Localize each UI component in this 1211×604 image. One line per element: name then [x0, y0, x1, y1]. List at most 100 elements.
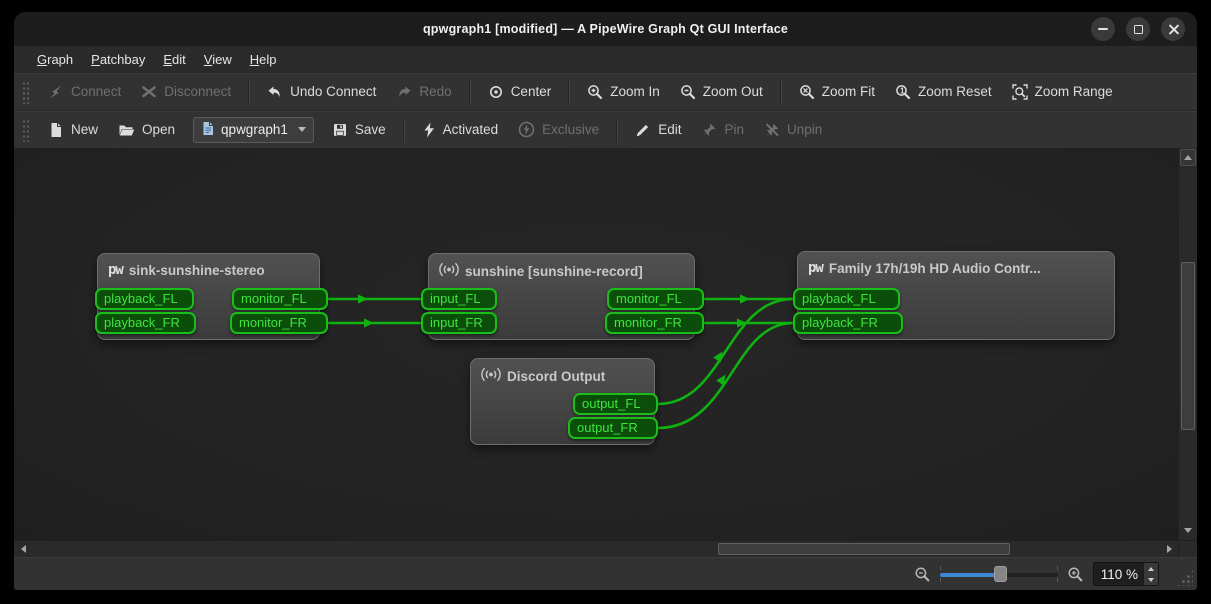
maximize-button[interactable] — [1126, 17, 1150, 41]
scroll-up-button[interactable] — [1180, 149, 1196, 166]
pin-icon — [701, 122, 717, 138]
svg-text:1: 1 — [900, 86, 905, 95]
graph-canvas[interactable]: pw sink-sunshine-stereo playback_FL play… — [14, 148, 1178, 540]
vertical-scrollbar-thumb[interactable] — [1181, 262, 1195, 430]
horizontal-scrollbar-thumb[interactable] — [718, 543, 1010, 555]
port-output[interactable]: monitor_FL — [232, 288, 328, 310]
redo-button: Redo — [386, 78, 461, 106]
menu-edit[interactable]: Edit — [154, 49, 194, 70]
zoom-in-icon — [587, 84, 603, 100]
toolbar-drag-handle[interactable] — [22, 118, 30, 142]
zoom-in-icon[interactable] — [1067, 566, 1084, 583]
connect-button: Connect — [38, 78, 131, 106]
port-output[interactable]: monitor_FR — [605, 312, 704, 334]
port-output[interactable]: output_FL — [573, 393, 658, 415]
node-title: sunshine [sunshine-record] — [429, 254, 694, 280]
toolbar-graph: Connect Disconnect Undo Connect Redo Cen… — [14, 72, 1197, 110]
zoom-reset-button[interactable]: 1 Zoom Reset — [885, 78, 1002, 106]
pipewire-icon: pw — [108, 262, 123, 278]
zoom-spinbox[interactable]: 110 % — [1093, 562, 1159, 586]
exclusive-bolt-icon — [518, 121, 535, 138]
node-title: pw Family 17h/19h HD Audio Contr... — [798, 252, 1114, 276]
zoom-value[interactable]: 110 % — [1094, 563, 1143, 585]
spin-down-button[interactable] — [1144, 574, 1158, 585]
maximize-icon — [1134, 25, 1143, 34]
open-button[interactable]: Open — [108, 116, 185, 144]
menu-graph[interactable]: Graph — [28, 49, 82, 70]
port-input[interactable]: playback_FL — [793, 288, 900, 310]
scroll-down-button[interactable] — [1180, 522, 1196, 539]
zoom-out-icon[interactable] — [914, 566, 931, 583]
undo-connect-button[interactable]: Undo Connect — [257, 78, 386, 106]
arrow-left-icon — [21, 545, 26, 553]
zoom-slider-handle[interactable] — [994, 566, 1007, 582]
arrow-right-icon — [1167, 545, 1172, 553]
zoom-in-button[interactable]: Zoom In — [577, 78, 670, 106]
port-input[interactable]: input_FL — [421, 288, 497, 310]
scroll-right-button[interactable] — [1161, 541, 1177, 557]
port-output[interactable]: monitor_FL — [607, 288, 704, 310]
undo-icon — [267, 84, 283, 100]
horizontal-scrollbar[interactable] — [14, 540, 1197, 557]
port-input[interactable]: playback_FR — [95, 312, 196, 334]
port-input[interactable]: playback_FL — [95, 288, 194, 310]
center-button[interactable]: Center — [478, 78, 562, 106]
connect-icon — [48, 84, 64, 100]
open-folder-icon — [118, 122, 135, 138]
slider-tick — [1057, 566, 1058, 570]
zoom-controls: 110 % — [914, 562, 1159, 586]
vertical-scrollbar[interactable] — [1178, 148, 1197, 540]
app-window: qpwgraph1 [modified] — A PipeWire Graph … — [14, 12, 1197, 590]
disconnect-button: Disconnect — [131, 78, 241, 106]
minimize-button[interactable] — [1091, 17, 1115, 41]
zoom-slider-fill — [940, 573, 1001, 577]
menu-help[interactable]: Help — [241, 49, 286, 70]
slider-tick — [940, 578, 941, 582]
close-button[interactable] — [1161, 17, 1185, 41]
statusbar: 110 % — [14, 557, 1197, 590]
scroll-left-button[interactable] — [15, 541, 31, 557]
port-input[interactable]: playback_FR — [793, 312, 903, 334]
activated-toggle[interactable]: Activated — [412, 116, 509, 144]
unpin-button: Unpin — [754, 116, 832, 144]
toolbar-separator — [248, 80, 250, 104]
menu-patchbay[interactable]: Patchbay — [82, 49, 154, 70]
toolbar-separator — [568, 80, 570, 104]
save-icon — [332, 122, 348, 138]
slider-tick — [1057, 578, 1058, 582]
spin-buttons — [1143, 563, 1158, 585]
arrow-down-icon — [1148, 578, 1154, 582]
port-output[interactable]: monitor_FR — [230, 312, 328, 334]
menu-view[interactable]: View — [195, 49, 241, 70]
broadcast-icon — [481, 367, 501, 385]
spin-up-button[interactable] — [1144, 563, 1158, 574]
zoom-range-icon — [1012, 84, 1028, 100]
titlebar[interactable]: qpwgraph1 [modified] — A PipeWire Graph … — [14, 12, 1197, 46]
zoom-fit-button[interactable]: Zoom Fit — [789, 78, 885, 106]
disconnect-icon — [141, 84, 157, 100]
exclusive-toggle: Exclusive — [508, 115, 609, 144]
redo-icon — [396, 84, 412, 100]
connections-layer — [14, 148, 1178, 540]
patchbay-file-icon — [201, 121, 215, 139]
toolbar-separator — [403, 118, 405, 142]
wire-arrow-icon — [364, 319, 374, 328]
wire-arrow-icon — [740, 295, 750, 304]
port-input[interactable]: input_FR — [421, 312, 497, 334]
zoom-out-button[interactable]: Zoom Out — [670, 78, 773, 106]
node-title: Discord Output — [471, 359, 654, 385]
center-icon — [488, 84, 504, 100]
save-button[interactable]: Save — [322, 116, 396, 144]
zoom-slider[interactable] — [940, 565, 1058, 583]
zoom-range-button[interactable]: Zoom Range — [1002, 78, 1123, 106]
toolbar-drag-handle[interactable] — [22, 80, 30, 104]
port-output[interactable]: output_FR — [568, 417, 658, 439]
patchbay-profile-combo[interactable]: qpwgraph1 — [193, 117, 314, 143]
toolbar-separator — [780, 80, 782, 104]
zoom-fit-icon — [799, 84, 815, 100]
new-button[interactable]: New — [38, 116, 108, 144]
canvas-row: pw sink-sunshine-stereo playback_FL play… — [14, 148, 1197, 540]
window-resize-grip[interactable] — [1176, 569, 1193, 586]
edit-button[interactable]: Edit — [625, 116, 691, 144]
window-title: qpwgraph1 [modified] — A PipeWire Graph … — [423, 22, 788, 36]
